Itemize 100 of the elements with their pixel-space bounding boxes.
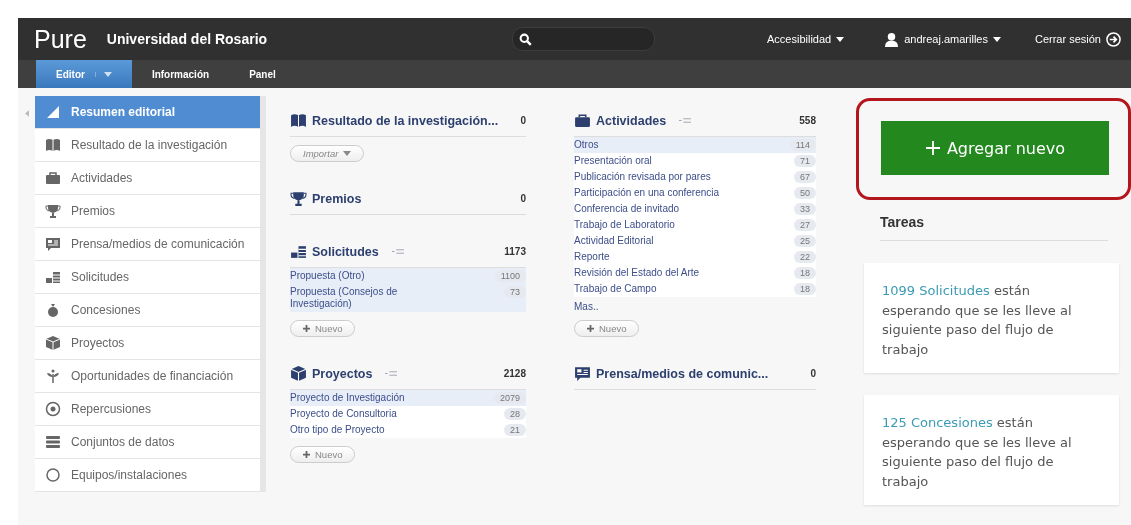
count-badge: 73 [504, 286, 526, 298]
sidebar-item[interactable]: Solicitudes [35, 261, 260, 294]
list-row[interactable]: Propuesta (Consejos de Investigación) 73 [290, 284, 526, 312]
list-row[interactable]: Propuesta (Otro) 1100 [290, 268, 526, 284]
list-row[interactable]: Actividad Editorial 25 [574, 233, 816, 249]
task-text: 1099 Solicitudes están esperando que se les lleve al siguiente paso del flujo de trabajo [882, 282, 1073, 359]
briefcase-icon [45, 170, 61, 186]
section-title[interactable]: Proyectos [312, 366, 373, 381]
count-badge: 28 [504, 408, 526, 420]
sidebar-item[interactable]: Premios [35, 195, 260, 228]
count-badge: 114 [789, 139, 816, 151]
logout-button[interactable]: Cerrar sesión [1034, 31, 1121, 47]
database-icon [45, 434, 61, 450]
count-badge: 18 [794, 283, 816, 295]
cube-icon [290, 365, 307, 382]
import-button[interactable]: Importar [290, 145, 365, 162]
tab[interactable]: Información [131, 60, 230, 88]
section-title[interactable]: Solicitudes [312, 244, 379, 259]
row-label: Actividad Editorial [574, 235, 654, 247]
row-label: Participación en una conferencia [574, 187, 720, 199]
plus-icon [587, 325, 594, 332]
section-title[interactable]: Resultado de la investigación... [312, 113, 499, 128]
section-count: 0 [810, 368, 816, 379]
sidebar-item[interactable]: Prensa/medios de comunicación [35, 228, 260, 261]
count-badge: 50 [794, 187, 816, 199]
section-count: 0 [520, 193, 526, 204]
bag-icon [45, 302, 61, 318]
stacks-icon [290, 243, 307, 260]
section-title[interactable]: Prensa/medios de comunic... [596, 366, 769, 381]
add-new-button[interactable]: Agregar nuevo [881, 121, 1109, 175]
tab[interactable]: Panel [229, 60, 296, 88]
list-row[interactable]: Trabajo de Campo 18 [574, 281, 816, 297]
newspaper-icon [574, 365, 591, 382]
sidebar-item[interactable]: Concesiones [35, 294, 260, 327]
trophy-icon [290, 190, 307, 207]
count-badge: 25 [794, 235, 816, 247]
row-label: Otros [574, 139, 599, 151]
list-row[interactable]: Otro tipo de Proyecto 21 [290, 422, 526, 438]
sort-icon [391, 248, 404, 255]
new-button[interactable]: Nuevo [290, 320, 356, 337]
sort-icon [679, 117, 692, 124]
trophy-icon [45, 203, 61, 219]
new-button[interactable]: Nuevo [574, 320, 640, 337]
count-badge: 1100 [494, 270, 526, 282]
row-label: Otro tipo de Proyecto [290, 424, 385, 436]
sidebar-item[interactable]: Resultado de la investigación [35, 129, 260, 162]
count-badge: 22 [794, 251, 816, 263]
task-text: 125 Concesiones están esperando que se les lleve al siguiente paso del flujo de trabajo [882, 414, 1073, 491]
count-badge: 21 [504, 424, 526, 436]
sidebar-item[interactable]: Actividades [35, 162, 260, 195]
list-row[interactable]: Proyecto de Consultoria 28 [290, 406, 526, 422]
row-label: Presentación oral [574, 155, 652, 167]
stacks-icon [45, 269, 61, 285]
arrow-circle-icon [1106, 31, 1121, 47]
section-title[interactable]: Premios [312, 191, 362, 206]
newspaper-icon [45, 236, 61, 252]
list-row[interactable]: Proyecto de Investigación 2079 [290, 390, 526, 406]
user-menu[interactable]: andreaj.amarilles [884, 31, 1001, 47]
caret-icon [94, 71, 112, 77]
book-icon [45, 137, 61, 153]
row-label: Conferencia de invitado [574, 203, 680, 215]
row-label: Propuesta (Consejos de Investigación) [290, 286, 399, 310]
row-label: Trabajo de Laboratorio [574, 219, 675, 231]
count-badge: 27 [794, 219, 816, 231]
search-icon [519, 32, 533, 46]
sidebar-item[interactable]: Oportunidades de financiación [35, 360, 260, 393]
sidebar-item[interactable]: Proyectos [35, 327, 260, 360]
count-badge: 18 [794, 267, 816, 279]
more-link[interactable]: Mas.. [574, 301, 816, 312]
ring-icon [45, 467, 61, 483]
row-label: Publicación revisada por pares [574, 171, 711, 183]
row-label: Reporte [574, 251, 610, 263]
section-count: 1173 [504, 246, 526, 257]
list-row[interactable]: Presentación oral 71 [574, 153, 816, 169]
sidebar-item[interactable]: Conjuntos de datos [35, 426, 260, 459]
sidebar-item[interactable]: Equipos/instalaciones [35, 459, 260, 492]
list-row[interactable]: Conferencia de invitado 33 [574, 201, 816, 217]
tab[interactable]: Editor [36, 60, 132, 88]
list-row[interactable]: Trabajo de Laboratorio 27 [574, 217, 816, 233]
row-label: Proyecto de Consultoria [290, 408, 397, 420]
caret-icon [836, 36, 845, 42]
briefcase-icon [574, 112, 591, 129]
list-row[interactable]: Revisión del Estado del Arte 18 [574, 265, 816, 281]
sidebar-item[interactable]: Repercusiones [35, 393, 260, 426]
target-icon [45, 401, 61, 417]
menu-button[interactable]: Accesibilidad [767, 33, 845, 45]
list-row[interactable]: Participación en una conferencia 50 [574, 185, 816, 201]
new-button[interactable]: Nuevo [290, 446, 356, 463]
list-row[interactable]: Publicación revisada por pares 67 [574, 169, 816, 185]
count-badge: 33 [794, 203, 816, 215]
collapse-arrow-icon [24, 110, 29, 117]
row-label: Proyecto de Investigación [290, 392, 405, 404]
list-row[interactable]: Otros 114 [574, 137, 816, 153]
logo[interactable]: Pure [34, 24, 87, 54]
cube-icon [45, 335, 61, 351]
list-row[interactable]: Reporte 22 [574, 249, 816, 265]
section-title[interactable]: Actividades [596, 113, 667, 128]
institution-name: Universidad del Rosario [106, 31, 268, 47]
count-badge: 2079 [493, 392, 526, 404]
search-field[interactable] [512, 27, 656, 51]
